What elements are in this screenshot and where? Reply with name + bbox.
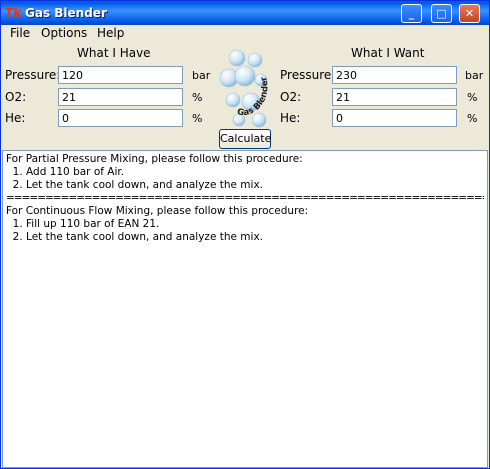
menu-help[interactable]: Help [97,26,124,41]
cf-step-2: 2. Let the tank cool down, and analyze t… [6,231,264,243]
separator-line: ========================================… [6,192,484,204]
want-header: What I Want [351,46,425,60]
pp-step-2: 2. Let the tank cool down, and analyze t… [6,179,264,191]
maximize-button[interactable]: □ [431,4,452,23]
calculate-button[interactable]: Calculate [219,129,271,149]
pp-intro: For Partial Pressure Mixing, please foll… [6,153,303,165]
have-header: What I Have [77,46,151,60]
cf-step-1: 1. Fill up 110 bar of EAN 21. [6,218,160,230]
want-o2-unit: % [467,91,478,104]
minimize-button[interactable]: _ [401,4,422,23]
want-he-unit: % [467,112,478,125]
have-o2-unit: % [192,91,203,104]
window-title: Gas Blender [25,6,107,20]
title-bar[interactable]: Tk Gas Blender _ □ ✕ [1,1,489,25]
have-pressure-unit: bar [192,69,211,82]
procedure-output-text[interactable]: For Partial Pressure Mixing, please foll… [2,150,488,468]
menu-bar: File Options Help [1,25,489,42]
have-he-label: He: [5,111,26,125]
want-o2-label: O2: [280,90,302,104]
have-pressure-label: Pressure: [5,68,61,82]
have-o2-label: O2: [5,90,27,104]
gas-blender-window: Tk Gas Blender _ □ ✕ File Options Help W… [0,0,490,469]
gas-blender-bubbles-logo: Gas Blender [219,49,270,128]
want-pressure-input[interactable] [332,66,457,84]
want-he-input[interactable] [332,109,457,127]
menu-options[interactable]: Options [41,26,87,41]
have-pressure-input[interactable] [58,66,183,84]
have-o2-input[interactable] [58,88,183,106]
want-he-label: He: [280,111,301,125]
menu-file[interactable]: File [10,26,30,41]
input-panel: What I Have Pressure: bar O2: % He: % [1,42,489,150]
pp-step-1: 1. Add 110 bar of Air. [6,166,125,178]
close-button[interactable]: ✕ [459,4,480,23]
have-he-unit: % [192,112,203,125]
tk-app-icon: Tk [5,6,22,20]
have-he-input[interactable] [58,109,183,127]
want-o2-input[interactable] [332,88,457,106]
cf-intro: For Continuous Flow Mixing, please follo… [6,205,309,217]
want-pressure-unit: bar [465,69,484,82]
want-pressure-label: Pressure: [280,68,336,82]
